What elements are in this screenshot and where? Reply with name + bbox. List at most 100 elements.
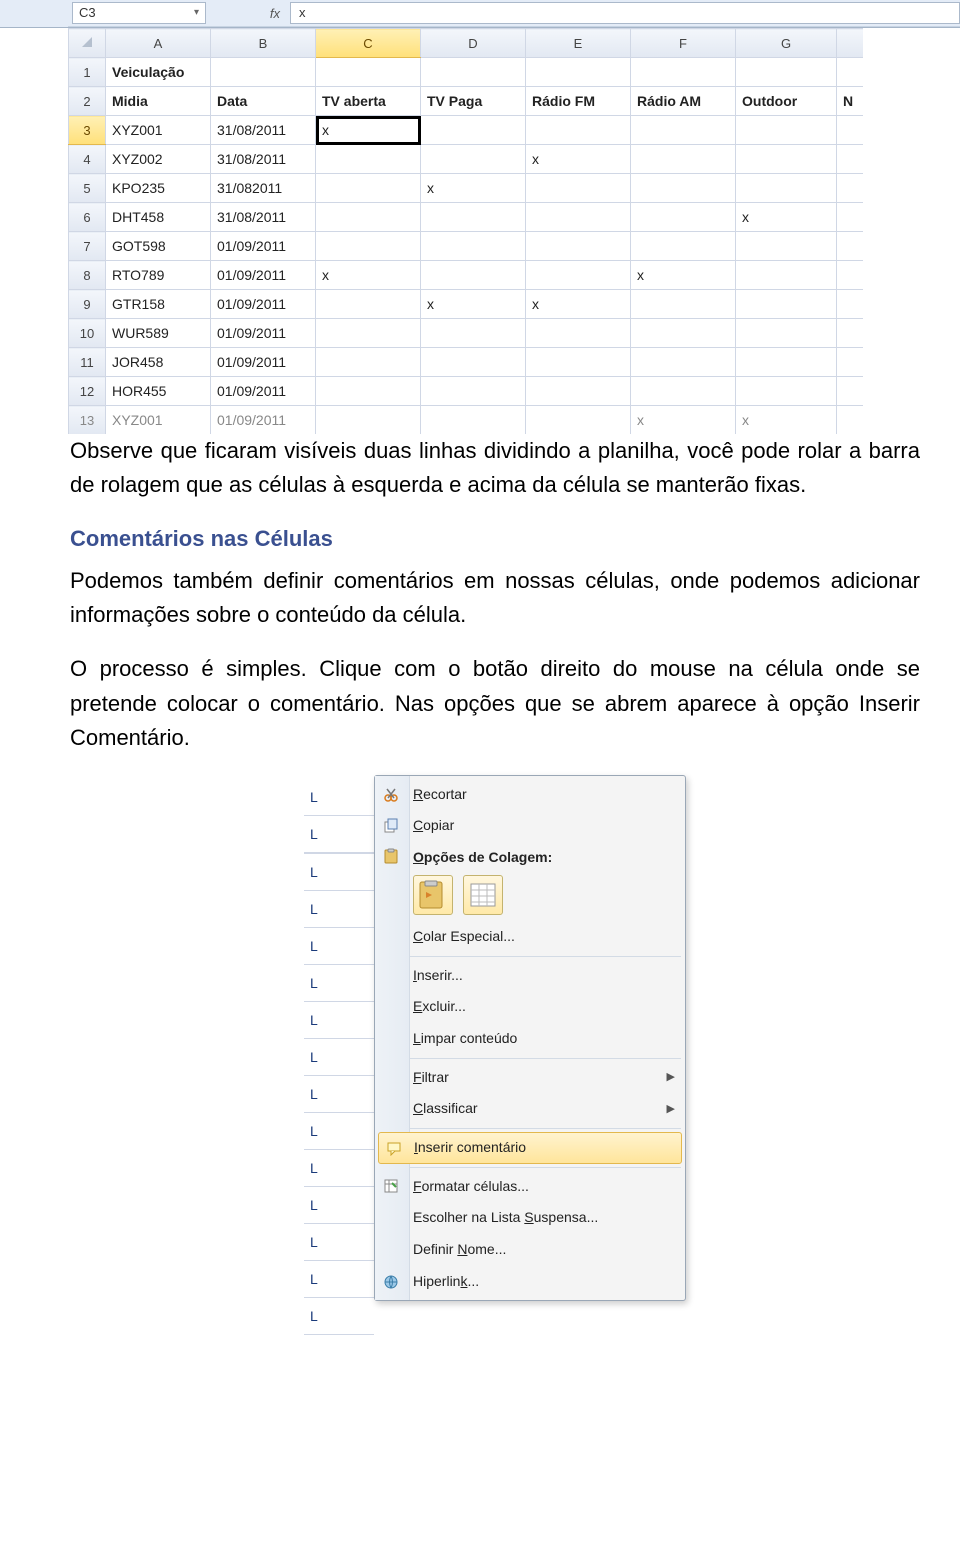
column-header[interactable]: B — [211, 29, 316, 58]
cell[interactable] — [736, 58, 837, 87]
row-header[interactable]: 6 — [69, 203, 106, 232]
cell[interactable]: Outdoor — [736, 87, 837, 116]
cell[interactable]: x — [316, 116, 421, 145]
cell[interactable] — [316, 348, 421, 377]
cell[interactable] — [316, 232, 421, 261]
cell[interactable]: x — [736, 203, 837, 232]
cell[interactable] — [421, 261, 526, 290]
cell[interactable] — [631, 174, 736, 203]
cell[interactable] — [837, 145, 864, 174]
row-header[interactable]: 11 — [69, 348, 106, 377]
cell[interactable] — [837, 348, 864, 377]
cell[interactable]: 01/09/2011 — [211, 232, 316, 261]
cell[interactable]: 01/09/2011 — [211, 290, 316, 319]
cell[interactable] — [316, 406, 421, 435]
menu-item[interactable]: Definir Nome... — [375, 1234, 685, 1266]
cell[interactable]: XYZ001 — [106, 406, 211, 435]
cell[interactable] — [316, 319, 421, 348]
cell[interactable] — [526, 319, 631, 348]
cell[interactable]: TV Paga — [421, 87, 526, 116]
cell[interactable] — [631, 145, 736, 174]
menu-item[interactable]: Copiar — [375, 810, 685, 842]
cell[interactable] — [837, 406, 864, 435]
cell[interactable]: WUR589 — [106, 319, 211, 348]
column-header[interactable]: F — [631, 29, 736, 58]
cell[interactable] — [631, 290, 736, 319]
cell[interactable] — [736, 232, 837, 261]
cell[interactable]: XYZ001 — [106, 116, 211, 145]
row-header[interactable]: 12 — [69, 377, 106, 406]
cell[interactable] — [736, 377, 837, 406]
cell[interactable] — [421, 319, 526, 348]
row-header[interactable]: 7 — [69, 232, 106, 261]
cell[interactable] — [631, 232, 736, 261]
row-header[interactable]: 9 — [69, 290, 106, 319]
cell[interactable] — [837, 319, 864, 348]
cell[interactable] — [631, 58, 736, 87]
cell[interactable]: 01/09/2011 — [211, 377, 316, 406]
column-header[interactable] — [837, 29, 864, 58]
row-header[interactable]: 3 — [69, 116, 106, 145]
cell[interactable]: TV aberta — [316, 87, 421, 116]
cell[interactable]: 31/08/2011 — [211, 203, 316, 232]
menu-item[interactable]: Colar Especial... — [375, 921, 685, 953]
cell[interactable]: RTO789 — [106, 261, 211, 290]
cell[interactable]: x — [631, 406, 736, 435]
cell[interactable] — [736, 290, 837, 319]
column-header[interactable]: G — [736, 29, 837, 58]
cell[interactable]: x — [736, 406, 837, 435]
corner-cell[interactable] — [69, 29, 106, 58]
cell[interactable] — [526, 58, 631, 87]
cell[interactable]: Midia — [106, 87, 211, 116]
cell[interactable]: 01/09/2011 — [211, 261, 316, 290]
menu-item[interactable]: Limpar conteúdo — [375, 1023, 685, 1055]
cell[interactable]: HOR455 — [106, 377, 211, 406]
cell[interactable] — [631, 116, 736, 145]
column-header[interactable]: A — [106, 29, 211, 58]
cell[interactable]: 31/08/2011 — [211, 145, 316, 174]
cell[interactable] — [736, 174, 837, 203]
cell[interactable]: KPO235 — [106, 174, 211, 203]
cell[interactable] — [526, 203, 631, 232]
cell[interactable]: x — [421, 290, 526, 319]
menu-item[interactable]: Excluir... — [375, 991, 685, 1023]
cell[interactable] — [837, 377, 864, 406]
cell[interactable] — [631, 203, 736, 232]
cell[interactable] — [526, 377, 631, 406]
cell[interactable] — [736, 145, 837, 174]
spreadsheet-grid[interactable]: ABCDEFG1Veiculação2MidiaDataTV abertaTV … — [68, 28, 863, 434]
cell[interactable] — [421, 203, 526, 232]
cell[interactable] — [837, 116, 864, 145]
cell[interactable] — [837, 290, 864, 319]
cell[interactable] — [837, 203, 864, 232]
cell[interactable] — [421, 232, 526, 261]
cell[interactable] — [421, 377, 526, 406]
cell[interactable] — [526, 174, 631, 203]
cell[interactable]: Data — [211, 87, 316, 116]
cell[interactable]: x — [421, 174, 526, 203]
row-header[interactable]: 13 — [69, 406, 106, 435]
cell[interactable] — [526, 232, 631, 261]
row-header[interactable]: 1 — [69, 58, 106, 87]
cell[interactable] — [526, 261, 631, 290]
cell[interactable] — [211, 58, 316, 87]
formula-input[interactable]: x — [290, 2, 960, 24]
name-box[interactable]: C3 ▾ — [72, 2, 206, 24]
cell[interactable]: 31/082011 — [211, 174, 316, 203]
cell[interactable]: Rádio FM — [526, 87, 631, 116]
menu-item[interactable]: Recortar — [375, 779, 685, 811]
cell[interactable] — [631, 348, 736, 377]
menu-item[interactable]: Filtrar▶ — [375, 1062, 685, 1094]
cell[interactable]: 31/08/2011 — [211, 116, 316, 145]
cell[interactable]: XYZ002 — [106, 145, 211, 174]
cell[interactable] — [837, 261, 864, 290]
menu-item[interactable]: Formatar células... — [375, 1171, 685, 1203]
cell[interactable] — [316, 377, 421, 406]
cell[interactable] — [526, 116, 631, 145]
cell[interactable] — [837, 58, 864, 87]
row-header[interactable]: 5 — [69, 174, 106, 203]
fx-icon[interactable]: fx — [210, 6, 286, 21]
cell[interactable] — [736, 319, 837, 348]
column-header[interactable]: C — [316, 29, 421, 58]
menu-item[interactable]: Hiperlink... — [375, 1266, 685, 1298]
